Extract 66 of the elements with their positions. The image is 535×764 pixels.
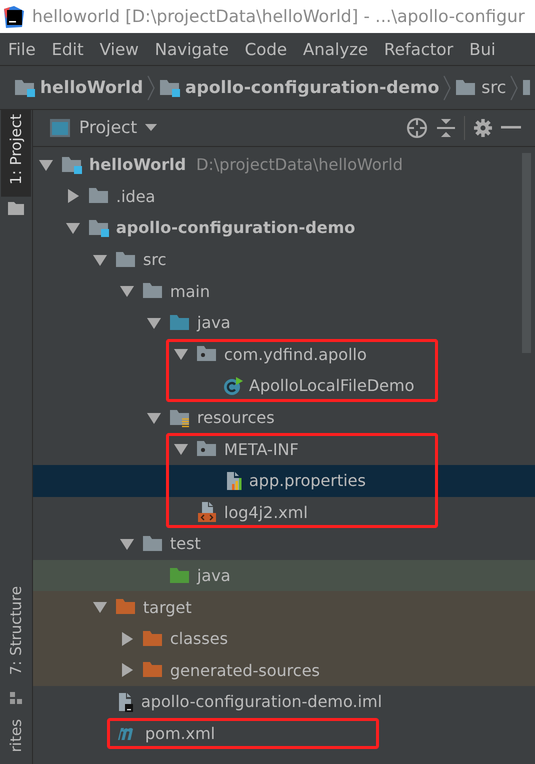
tree-item[interactable]: java	[197, 566, 231, 586]
menu-item[interactable]: Bui	[469, 40, 506, 58]
collapsed-arrow-icon[interactable]	[120, 632, 134, 646]
project-icon	[49, 118, 71, 138]
menu-item[interactable]: Code	[244, 40, 297, 58]
tool-window-tab[interactable]: rites	[1, 714, 31, 764]
expanded-arrow-icon[interactable]	[93, 600, 107, 614]
expanded-arrow-icon[interactable]	[120, 284, 134, 298]
dropdown-icon[interactable]	[145, 124, 158, 132]
expanded-arrow-icon[interactable]	[66, 220, 80, 235]
module-folder-icon	[88, 218, 110, 238]
tree-item[interactable]: app.properties	[249, 471, 366, 490]
expanded-arrow-icon[interactable]	[147, 316, 161, 330]
tree-item[interactable]: apollo-configuration-demo	[116, 218, 356, 238]
expanded-arrow-icon[interactable]	[39, 158, 53, 172]
tree-item[interactable]: apollo-configuration-demo.iml	[141, 692, 382, 712]
tree-item[interactable]: log4j2.xml	[224, 502, 308, 522]
minimize-icon[interactable]	[501, 126, 521, 130]
collapsed-arrow-icon[interactable]	[120, 663, 134, 678]
menu-item[interactable]: File	[8, 40, 46, 58]
window-title: helloworld [D:\projectData\helloWorld] - ...\apollo-configur	[32, 6, 525, 26]
resources-folder-icon	[169, 408, 191, 428]
locate-icon[interactable]	[406, 117, 428, 139]
settings-icon[interactable]	[473, 118, 493, 138]
xml-file-icon	[196, 502, 218, 522]
breadcrumb-item[interactable]: helloWorld	[40, 78, 144, 98]
tree-item[interactable]: java	[197, 313, 231, 332]
tree-item[interactable]: .idea	[116, 186, 156, 206]
structure-icon	[9, 690, 23, 705]
module-folder-icon	[14, 78, 36, 98]
tree-item[interactable]: resources	[197, 408, 275, 428]
collapsed-arrow-icon[interactable]	[66, 189, 80, 204]
tree-item[interactable]: target	[143, 598, 192, 617]
tree-item[interactable]: src	[143, 250, 166, 270]
menu-item[interactable]: Edit	[52, 40, 94, 58]
menu-item[interactable]: Refactor	[384, 40, 464, 58]
menu-item[interactable]: Analyze	[303, 40, 378, 58]
tree-item[interactable]: main	[170, 282, 210, 301]
tool-window-tab[interactable]: 1: Project	[1, 110, 31, 197]
tree-item[interactable]: pom.xml	[145, 724, 216, 743]
tree-item[interactable]: helloWorld	[89, 155, 186, 174]
expanded-arrow-icon[interactable]	[174, 347, 188, 362]
expanded-arrow-icon[interactable]	[147, 410, 161, 425]
breadcrumb-item[interactable]: src	[481, 78, 506, 98]
chevron-icon	[510, 74, 518, 100]
menu-item[interactable]: Navigate	[154, 40, 239, 58]
tool-window-tab[interactable]: 7: Structure	[1, 582, 31, 687]
panel-title[interactable]: Project	[79, 118, 138, 138]
breadcrumb-item[interactable]: apollo-configuration-demo	[185, 78, 440, 98]
tree-item[interactable]: generated-sources	[170, 660, 320, 680]
tree-item[interactable]: ApolloLocalFileDemo	[249, 376, 414, 396]
tree-item[interactable]: com.ydfind.apollo	[224, 344, 367, 364]
module-folder-icon	[159, 78, 182, 98]
path-text: D:\projectData\helloWorld	[196, 155, 403, 174]
tree-item[interactable]: classes	[170, 629, 228, 648]
expanded-arrow-icon[interactable]	[174, 442, 188, 456]
chevron-icon	[147, 74, 156, 100]
expanded-arrow-icon[interactable]	[120, 536, 134, 551]
collapse-all-icon[interactable]	[436, 118, 456, 138]
tree-item[interactable]: META-INF	[224, 440, 299, 459]
expanded-arrow-icon[interactable]	[93, 252, 107, 267]
class-icon	[223, 376, 243, 396]
menu-item[interactable]: View	[100, 40, 149, 58]
module-folder-icon	[61, 154, 83, 175]
tree-item[interactable]: test	[170, 534, 201, 554]
chevron-icon	[443, 74, 452, 100]
